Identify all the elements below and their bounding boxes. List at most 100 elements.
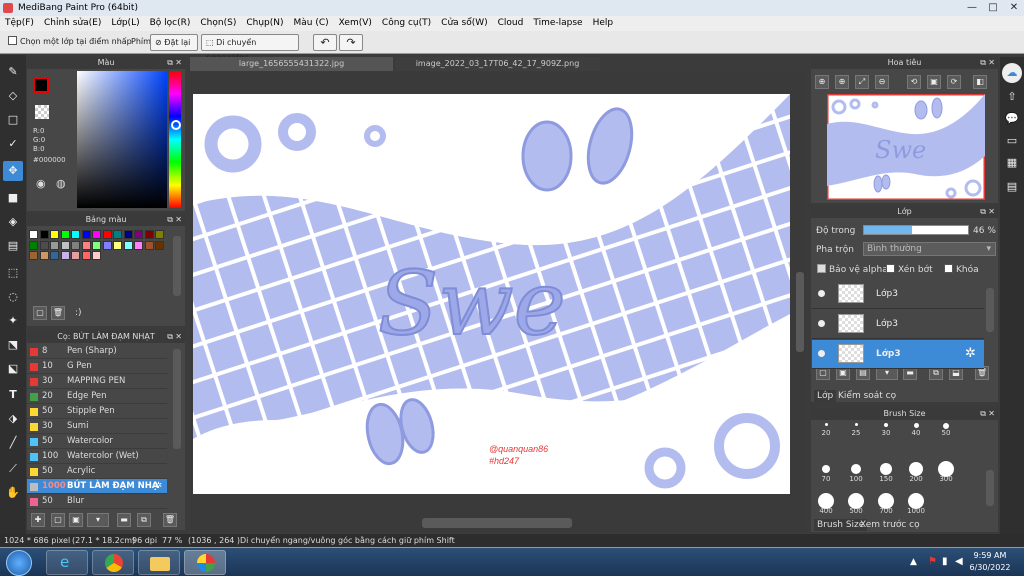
palette-swatch[interactable] bbox=[155, 230, 164, 239]
eye-icon[interactable] bbox=[818, 350, 825, 357]
reset-button[interactable]: ⊘ Đặt lại bbox=[150, 34, 198, 51]
palette-swatches[interactable] bbox=[29, 230, 169, 270]
hue-slider[interactable] bbox=[169, 71, 181, 208]
menu-snap[interactable]: Chụp(N) bbox=[241, 16, 288, 31]
tab-brush-control[interactable]: Kiểm soát cọ bbox=[835, 390, 899, 402]
lock-checkbox[interactable] bbox=[944, 264, 953, 273]
eye-icon[interactable] bbox=[818, 290, 825, 297]
saturation-value-picker[interactable] bbox=[77, 71, 167, 208]
text-tool-icon[interactable]: T bbox=[3, 385, 23, 405]
palette-scrollbar[interactable] bbox=[173, 236, 181, 296]
menu-file[interactable]: Tệp(F) bbox=[0, 16, 39, 31]
menu-select[interactable]: Chọn(S) bbox=[195, 16, 241, 31]
redo-button[interactable]: ↷ bbox=[339, 34, 363, 51]
material-icon[interactable]: ▦ bbox=[1002, 153, 1022, 173]
brush-row[interactable]: 50 Acrylic bbox=[27, 464, 167, 479]
brush-row[interactable]: 20 Edge Pen bbox=[27, 389, 167, 404]
zoom-out-icon[interactable]: ⊖ bbox=[875, 75, 889, 89]
undo-button[interactable]: ↶ bbox=[313, 34, 337, 51]
canvas-area[interactable]: Swe @quanquan86 #hd247 bbox=[190, 72, 806, 532]
brush-size-dot[interactable] bbox=[909, 462, 923, 476]
panel-close-icon[interactable]: ✕ bbox=[175, 57, 182, 69]
divide-tool-icon[interactable]: ╱ bbox=[3, 433, 23, 453]
brush-row[interactable]: 50 Blur bbox=[27, 494, 167, 509]
brush-row[interactable]: 8 Pen (Sharp) bbox=[27, 344, 167, 359]
layer-row[interactable]: Lớp3 ✲ bbox=[812, 340, 984, 369]
maximize-button[interactable]: □ bbox=[983, 1, 1003, 14]
actual-size-icon[interactable]: ▣ bbox=[927, 75, 941, 89]
brush-new-icon[interactable]: ▢ bbox=[51, 513, 65, 527]
brush-size-grid[interactable]: 20 25 30 40 50 70 100 150 200 300 400 500 700 1000 bbox=[811, 421, 981, 517]
brush-row[interactable]: 10 G Pen bbox=[27, 359, 167, 374]
select-layer-option[interactable]: Chọn một lớp tại điểm nhấp bbox=[8, 34, 132, 50]
brush-row[interactable]: 50 Stipple Pen bbox=[27, 404, 167, 419]
palette-swatch[interactable] bbox=[39, 251, 49, 260]
panel-close-icon[interactable]: ✕ bbox=[175, 214, 182, 226]
color-wheel-icon[interactable]: ◉ bbox=[36, 177, 46, 190]
palette-swatch[interactable] bbox=[113, 230, 122, 239]
eraser-tool-icon[interactable]: ◇ bbox=[3, 86, 23, 106]
palette-swatch[interactable] bbox=[60, 251, 70, 260]
palette-swatch[interactable] bbox=[155, 240, 164, 250]
brush-size-scrollbar[interactable] bbox=[986, 470, 994, 506]
canvas-v-scrollbar[interactable] bbox=[796, 272, 804, 352]
palette-swatch[interactable] bbox=[29, 230, 38, 239]
menu-view[interactable]: Xem(V) bbox=[334, 16, 377, 31]
layers-list-icon[interactable]: ▤ bbox=[1002, 177, 1022, 197]
palette-swatch[interactable] bbox=[39, 230, 49, 239]
rotate-left-icon[interactable]: ⟲ bbox=[907, 75, 921, 89]
eye-icon[interactable] bbox=[818, 320, 825, 327]
palette-swatch[interactable] bbox=[29, 240, 38, 250]
palette-swatch[interactable] bbox=[102, 240, 112, 250]
brush-size-dot[interactable] bbox=[822, 465, 830, 473]
undock-icon[interactable]: ⧉ bbox=[980, 408, 986, 420]
zoom-in-icon[interactable]: ⊕ bbox=[815, 75, 829, 89]
foreground-color-swatch[interactable] bbox=[33, 77, 49, 93]
tray-arrow-icon[interactable]: ▲ bbox=[910, 557, 917, 567]
taskbar-explorer[interactable] bbox=[138, 550, 180, 575]
undock-icon[interactable]: ⧉ bbox=[167, 214, 173, 226]
fit-icon[interactable]: ⤢ bbox=[855, 75, 869, 89]
palette-swatch[interactable] bbox=[71, 240, 80, 250]
brush-tool-icon[interactable]: ✎ bbox=[3, 62, 23, 82]
taskbar-medibang[interactable] bbox=[184, 550, 226, 575]
palette-swatch[interactable] bbox=[50, 240, 59, 250]
undock-icon[interactable]: ⧉ bbox=[980, 206, 986, 218]
brush-size-dot[interactable] bbox=[880, 463, 892, 475]
tab-brush-preview[interactable]: Xem trước cọ bbox=[857, 519, 923, 531]
opacity-slider[interactable] bbox=[863, 225, 969, 235]
brush-row[interactable]: 50 Watercolor bbox=[27, 434, 167, 449]
upload-icon[interactable]: ⇧ bbox=[1002, 87, 1022, 107]
menu-cloud[interactable]: Cloud bbox=[493, 16, 529, 31]
palette-swatch[interactable] bbox=[102, 230, 112, 239]
select-tool-icon[interactable]: ⬚ bbox=[3, 263, 23, 283]
tab-image-png[interactable]: image_2022_03_17T06_42_17_909Z.png bbox=[395, 57, 600, 71]
tray-flag-icon[interactable]: ⚑ bbox=[928, 556, 937, 567]
brush-size-dot[interactable] bbox=[824, 423, 828, 426]
comment-icon[interactable]: 💬 bbox=[1002, 109, 1022, 129]
pen-tool-icon[interactable]: ✓ bbox=[3, 134, 23, 154]
eyedropper-icon[interactable]: ⟋ bbox=[3, 459, 23, 479]
menu-filter[interactable]: Bộ lọc(R) bbox=[145, 16, 196, 31]
brush-row[interactable]: 30 MAPPING PEN bbox=[27, 374, 167, 389]
palette-swatch[interactable] bbox=[92, 230, 101, 239]
layer-row[interactable]: Lớp3 bbox=[812, 280, 984, 309]
hand-tool-icon[interactable]: ✋ bbox=[3, 483, 23, 503]
menu-color[interactable]: Màu (C) bbox=[289, 16, 334, 31]
layer-row[interactable]: Lớp3 bbox=[812, 310, 984, 339]
brush-size-dot[interactable] bbox=[884, 423, 888, 427]
fill-rect-tool-icon[interactable]: ■ bbox=[3, 188, 23, 208]
artwork-canvas[interactable]: Swe @quanquan86 #hd247 bbox=[193, 94, 790, 494]
palette-swatch[interactable] bbox=[60, 240, 70, 250]
blend-mode-select[interactable]: Bình thường ▾ bbox=[863, 242, 996, 256]
clip-checkbox[interactable] bbox=[886, 264, 895, 273]
start-button[interactable] bbox=[6, 550, 32, 576]
brush-row[interactable]: 1000 BÚT LÀM ĐẠM NHẠ ✲ bbox=[27, 479, 167, 494]
protect-alpha-checkbox[interactable] bbox=[817, 264, 826, 273]
panel-close-icon[interactable]: ✕ bbox=[988, 57, 995, 69]
bucket-tool-icon[interactable]: ◈ bbox=[3, 212, 23, 232]
magic-wand-icon[interactable]: ✦ bbox=[3, 311, 23, 331]
brush-folder-icon[interactable]: ▬ bbox=[117, 513, 131, 527]
panel-close-icon[interactable]: ✕ bbox=[175, 331, 182, 343]
move-tool-icon[interactable]: ✥ bbox=[3, 161, 23, 181]
